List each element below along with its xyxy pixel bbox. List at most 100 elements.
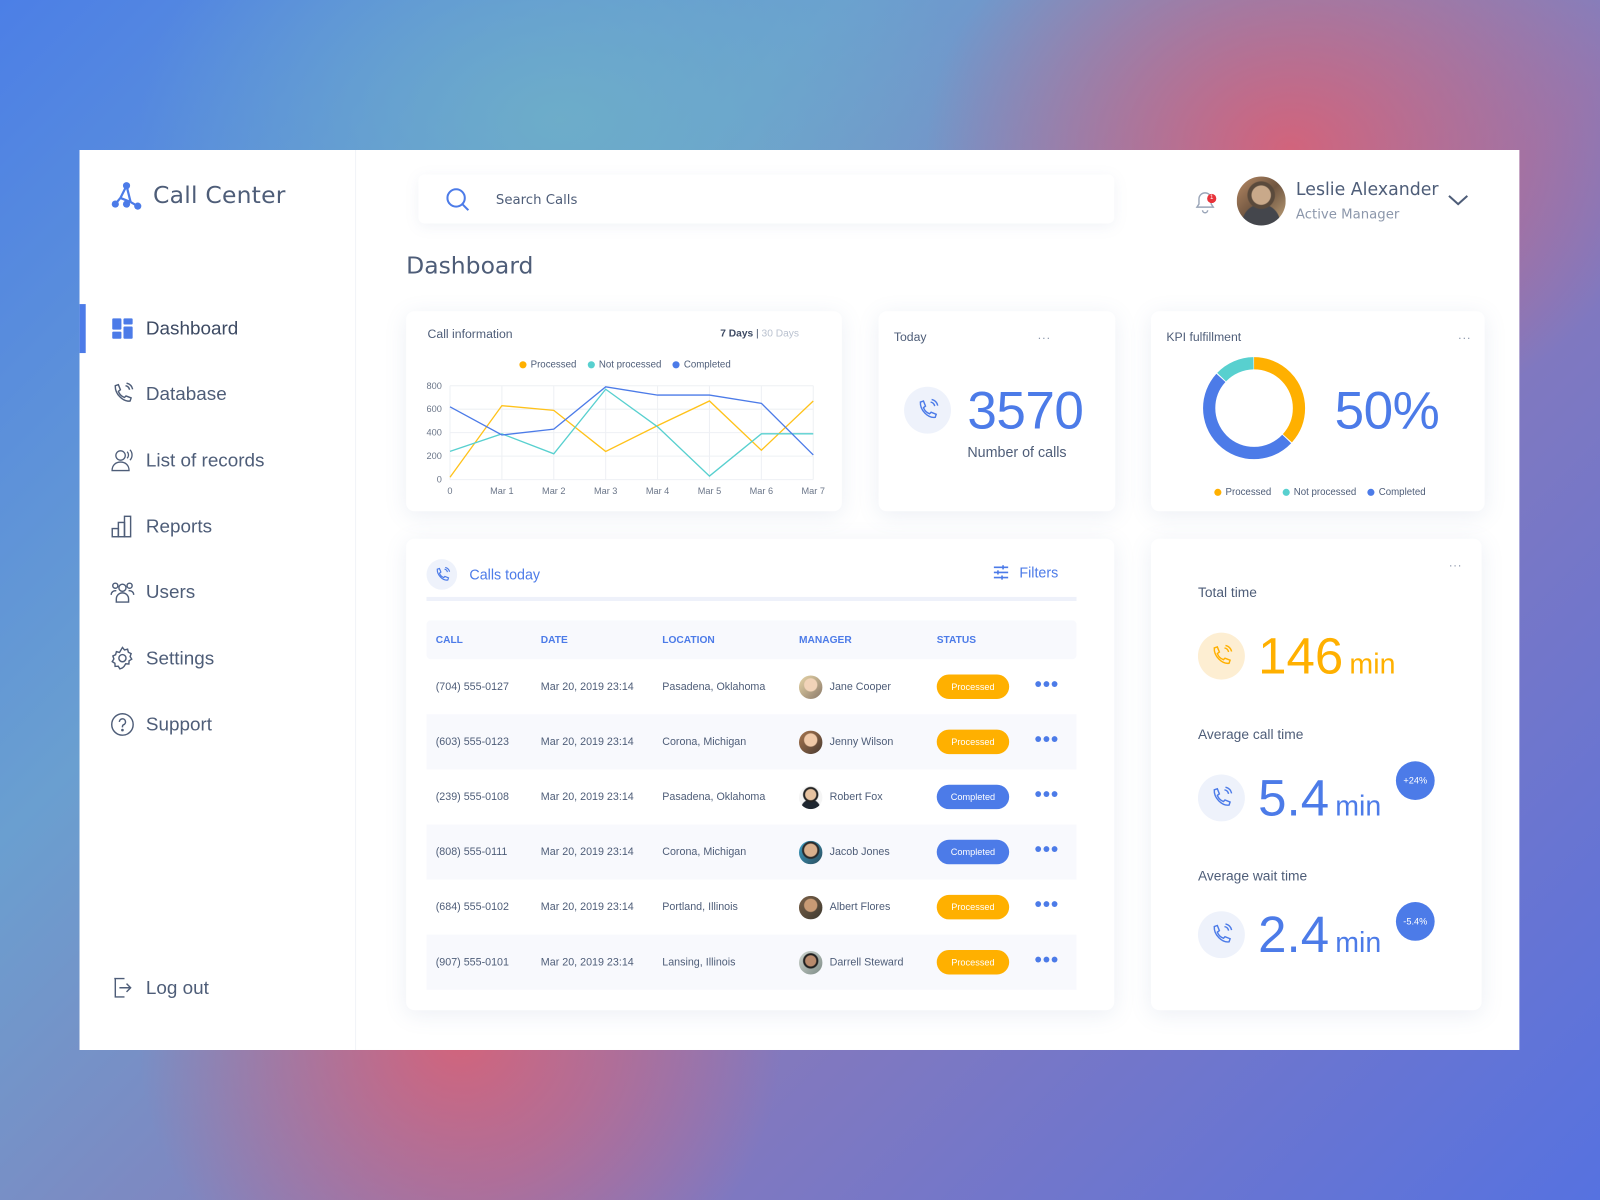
call-location: Pasadena, Oklahoma [662, 680, 766, 693]
manager-name: Jenny Wilson [829, 735, 894, 748]
manager-avatar [798, 730, 823, 754]
calls-today-header: Calls today Filters [426, 556, 1077, 602]
avg-call-time-value: 5.4 min [1258, 769, 1382, 827]
more-horizontal-icon: ••• [1034, 838, 1060, 862]
legend-not-processed: Not processed [1282, 487, 1356, 498]
phone-icon [426, 559, 458, 590]
x-tick-label: Mar 5 [698, 486, 721, 496]
sidebar-item-dashboard[interactable]: Dashboard [79, 304, 356, 354]
phone-icon [1197, 774, 1245, 822]
more-horizontal-icon: ••• [1034, 728, 1060, 752]
manager-name: Jane Cooper [829, 680, 891, 693]
sidebar-item-label: Support [145, 713, 213, 735]
sidebar-item-reports[interactable]: Reports [80, 502, 356, 551]
sidebar-item-users[interactable]: Users [80, 567, 356, 616]
y-tick-label: 600 [427, 404, 442, 414]
status-badge: Processed [936, 729, 1010, 755]
logout-button[interactable]: Log out [80, 963, 356, 1012]
call-location: Corona, Michigan [662, 735, 747, 748]
table-row[interactable]: (808) 555-0111 Mar 20, 2019 23:14 Corona, … [426, 824, 1077, 880]
search-icon[interactable] [445, 187, 472, 219]
call-number: (907) 555-0101 [435, 956, 509, 969]
x-tick-label: Mar 3 [594, 486, 617, 496]
avg-wait-time-delta-badge: -5.4% [1395, 902, 1435, 941]
status-badge: Processed [936, 674, 1010, 699]
manager-name: Darrell Steward [829, 956, 904, 969]
legend-completed: Completed [1367, 487, 1426, 498]
manager-avatar [798, 785, 823, 809]
row-actions-button[interactable]: ••• [1035, 840, 1076, 860]
sidebar-item-settings[interactable]: Settings [80, 634, 356, 683]
search-input[interactable] [493, 186, 1070, 214]
calls-count-label: Number of calls [967, 443, 1067, 461]
manager-cell: Jenny Wilson [798, 730, 937, 754]
manager-cell: Albert Flores [798, 895, 937, 919]
column-header-date[interactable]: DATE [541, 634, 662, 645]
call-number: (603) 555-0123 [435, 735, 509, 748]
x-tick-label: Mar 2 [542, 486, 565, 496]
sidebar-item-database[interactable]: Database [80, 369, 356, 418]
manager-cell: Robert Fox [798, 785, 937, 809]
user-avatar[interactable] [1236, 176, 1286, 226]
line-chart: 0 200 400 600 800 0 Mar 1 Mar 2 Mar 3 Mar 4 Mar 5 M… [427, 381, 825, 496]
sidebar-item-label: Dashboard [145, 317, 239, 339]
more-options-button[interactable]: ... [1458, 328, 1471, 342]
row-actions-button[interactable]: ••• [1035, 785, 1076, 805]
call-date: Mar 20, 2019 23:14 [540, 956, 634, 969]
phone-icon [110, 382, 134, 406]
manager-avatar [798, 674, 823, 699]
more-horizontal-icon: ••• [1034, 948, 1060, 972]
status-badge: Completed [936, 839, 1010, 865]
avg-wait-time-value: 2.4 min [1258, 906, 1382, 964]
table-row[interactable]: (603) 555-0123 Mar 20, 2019 23:14 Corona, … [426, 714, 1077, 770]
call-location: Portland, Illinois [662, 901, 738, 914]
dashboard-icon [110, 316, 134, 340]
y-tick-label: 800 [427, 381, 442, 391]
column-header-status[interactable]: STATUS [937, 634, 1035, 645]
logo[interactable]: Call Center [110, 181, 285, 212]
column-header-call[interactable]: CALL [427, 634, 541, 645]
today-card: Today ... 3570 Number of calls [878, 311, 1116, 512]
avg-wait-time-label: Average wait time [1197, 868, 1308, 884]
call-number: (684) 555-0102 [435, 901, 509, 914]
more-options-button[interactable]: ... [1449, 555, 1462, 569]
x-tick-label: Mar 4 [646, 486, 669, 496]
table-row[interactable]: (239) 555-0108 Mar 20, 2019 23:14 Pasadena… [427, 769, 1077, 824]
call-date: Mar 20, 2019 23:14 [540, 790, 634, 804]
search-bar [418, 174, 1115, 224]
phone-icon [1197, 632, 1245, 680]
table-row[interactable]: (907) 555-0101 Mar 20, 2019 23:14 Lansing,… [426, 934, 1077, 990]
sidebar-item-label: List of records [145, 448, 265, 471]
y-tick-label: 400 [427, 428, 442, 438]
calls-today-title: Calls today [469, 566, 541, 583]
sidebar-item-support[interactable]: Support [80, 700, 356, 749]
users-icon [110, 580, 135, 604]
column-header-location[interactable]: LOCATION [662, 634, 799, 645]
status-badge: Processed [936, 949, 1010, 975]
row-actions-button[interactable]: ••• [1035, 895, 1076, 915]
status-cell: Processed [936, 674, 1035, 699]
filters-button[interactable]: Filters [993, 564, 1059, 581]
row-actions-button[interactable]: ••• [1035, 674, 1076, 694]
notification-badge: 1 [1207, 193, 1217, 204]
series-line-completed [449, 386, 814, 456]
column-header-manager[interactable]: MANAGER [799, 634, 937, 645]
row-actions-button[interactable]: ••• [1035, 730, 1076, 750]
table-row[interactable]: (704) 555-0127 Mar 20, 2019 23:14 Pasadena… [427, 659, 1077, 714]
app-title: Call Center [153, 182, 286, 210]
call-date: Mar 20, 2019 23:14 [540, 901, 634, 914]
manager-cell: Jacob Jones [798, 840, 937, 864]
row-actions-button[interactable]: ••• [1035, 950, 1076, 970]
avg-call-time-label: Average call time [1197, 726, 1304, 742]
logout-icon [110, 976, 134, 1000]
sidebar-item-label: Reports [145, 515, 213, 537]
table-row[interactable]: (684) 555-0102 Mar 20, 2019 23:14 Portland… [427, 880, 1077, 935]
filters-label: Filters [1019, 564, 1059, 581]
user-role: Active Manager [1295, 207, 1400, 223]
gear-icon [110, 646, 134, 670]
chevron-down-icon[interactable] [1447, 192, 1469, 213]
sidebar-item-list-of-records[interactable]: List of records [80, 436, 356, 485]
avg-call-time-delta-badge: +24% [1395, 761, 1435, 800]
calls-count: 3570 [967, 381, 1084, 441]
more-options-button[interactable]: ... [1038, 328, 1051, 342]
